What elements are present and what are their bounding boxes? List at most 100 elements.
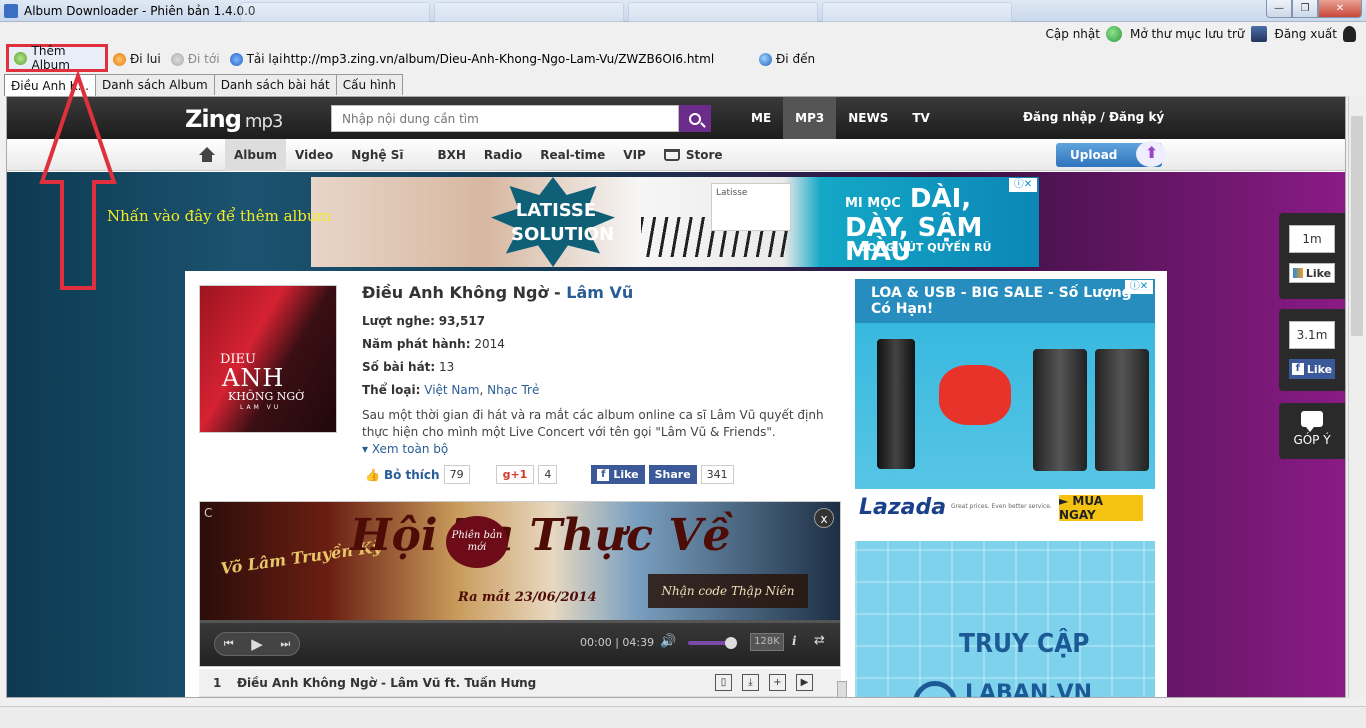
forward-button[interactable]: Đi tới (166, 48, 225, 70)
menu-vip[interactable]: VIP (614, 139, 655, 171)
feedback-widget[interactable]: GÓP Ý (1279, 403, 1345, 459)
phone-icon[interactable]: ▯ (715, 674, 732, 691)
game-cta[interactable]: Nhận code Thập Niên (648, 574, 808, 608)
menu-store[interactable]: Store (655, 139, 732, 171)
app-icon (4, 3, 18, 18)
upload-label: Upload (1070, 148, 1118, 162)
tracks-value: 13 (439, 360, 455, 374)
menu-radio[interactable]: Radio (475, 139, 531, 171)
maximize-button[interactable]: ❐ (1292, 0, 1318, 18)
progress-bar[interactable] (200, 620, 840, 623)
minimize-button[interactable]: — (1266, 0, 1292, 18)
nav-news[interactable]: NEWS (836, 97, 900, 139)
menu-home[interactable] (189, 139, 225, 171)
zing-search-input[interactable] (331, 105, 679, 132)
volume-knob[interactable] (725, 637, 737, 649)
lazada-ad[interactable]: LOA & USB - BIG SALE - Số Lượng Có Hạn! … (855, 279, 1155, 523)
menu-chart[interactable]: BXH (428, 139, 474, 171)
zing-like-widget-button[interactable]: Like (1289, 263, 1335, 283)
menu-video[interactable]: Video (286, 139, 342, 171)
previous-icon[interactable]: ⏮ (224, 637, 234, 651)
back-icon (113, 52, 126, 66)
album-description: Sau một thời gian đi hát và ra mắt các a… (362, 408, 824, 439)
menu-realtime[interactable]: Real-time (531, 139, 614, 171)
quality-button[interactable]: 128K (750, 633, 784, 651)
laban-ad[interactable]: TRUY CẬP LABAN.VN (855, 541, 1155, 697)
reload-label: Tải lại (246, 52, 283, 66)
upload-button[interactable]: Upload (1056, 141, 1166, 167)
genre-link-vietnam[interactable]: Việt Nam (424, 383, 479, 397)
menu-album[interactable]: Album (225, 139, 287, 171)
info-icon[interactable]: i (792, 634, 797, 648)
facebook-widget-icon: f (1291, 363, 1304, 375)
player-ad-art[interactable]: C Võ Lâm Truyền Kỳ Hội Tạ Thực Về Phiên … (200, 502, 840, 620)
window-title: Album Downloader - Phiên bản 1.4.0.0 (24, 3, 256, 18)
next-icon[interactable]: ⏭ (280, 637, 290, 651)
gplus-count: 4 (538, 465, 558, 484)
play-track-icon[interactable]: ▶ (796, 674, 813, 691)
facebook-share-button[interactable]: Share (648, 465, 697, 484)
top-menu: Cập nhật Mở thư mục lưu trữ Đăng xuất (1046, 22, 1356, 46)
facebook-widget-button[interactable]: f Like (1289, 359, 1335, 379)
year-value: 2014 (474, 337, 505, 351)
back-button[interactable]: Đi lui (108, 48, 166, 70)
nav-me[interactable]: ME (739, 97, 783, 139)
gplus-button[interactable]: g+1 (495, 465, 535, 484)
close-button[interactable]: ✕ (1318, 0, 1362, 18)
download-icon[interactable]: ⤓ (742, 674, 759, 691)
adchoices-icon[interactable]: ⓘ✕ (1009, 178, 1037, 192)
logout-button[interactable]: Đăng xuất (1275, 26, 1356, 42)
inner-scrollbar[interactable] (837, 681, 847, 697)
browser-scrollbar[interactable] (1348, 96, 1364, 698)
close-ad-button[interactable]: x (814, 508, 834, 528)
login-link[interactable]: Đăng nhập / Đăng ký (1023, 110, 1164, 124)
tab-song-list[interactable]: Danh sách bài hát (213, 74, 337, 95)
track-number: 1 (213, 675, 222, 690)
time-total: 04:39 (622, 636, 655, 649)
artist-link[interactable]: Lâm Vũ (566, 283, 633, 302)
logout-label: Đăng xuất (1274, 27, 1337, 41)
album-cover[interactable]: DIEU ANH KHÔNG NGỜ LAM VU (199, 285, 337, 433)
zing-search-button[interactable] (679, 105, 711, 132)
views-row: Lượt nghe: 93,517 (362, 314, 852, 328)
annotation-text: Nhấn vào đây để thêm album (107, 207, 331, 225)
top-banner-ad[interactable]: LATISSE SOLUTION Latisse MI MỌC DÀI, DÀY… (311, 177, 1039, 267)
laban-line1: TRUY CẬP (959, 629, 1090, 659)
address-input[interactable] (283, 50, 743, 68)
volume-icon[interactable]: 🔊 (660, 634, 676, 649)
add-to-playlist-icon[interactable]: + (769, 674, 786, 691)
zing-logo[interactable]: Zing mp3 (185, 105, 283, 133)
year-label: Năm phát hành: (362, 337, 471, 351)
album-title: Điều Anh Không Ngờ - Lâm Vũ (362, 283, 852, 302)
facebook-like-widget: 3.1m f Like (1279, 309, 1345, 391)
play-icon[interactable]: ▶ (251, 635, 263, 653)
nav-tv[interactable]: TV (900, 97, 941, 139)
adchoices-icon-2[interactable]: ⓘ✕ (1125, 280, 1153, 294)
nav-mp3[interactable]: MP3 (783, 97, 837, 139)
player-controls: ⏮ ▶ ⏭ 00:00 | 04:39 🔊 128K i ⇄ (200, 620, 840, 666)
scrollbar-thumb[interactable] (1351, 116, 1363, 336)
back-label: Đi lui (130, 52, 161, 66)
genre-link-nhactre[interactable]: Nhạc Trẻ (487, 383, 539, 397)
game-badge: Phiên bản mới (446, 516, 508, 568)
open-folder-button[interactable]: Mở thư mục lưu trữ (1130, 26, 1267, 42)
go-button[interactable]: Đi đến (754, 48, 820, 70)
time-readout: 00:00 | 04:39 (580, 636, 655, 649)
update-button[interactable]: Cập nhật (1046, 26, 1122, 42)
show-more-link[interactable]: ▾ Xem toàn bộ (362, 442, 852, 456)
search-icon (689, 112, 701, 125)
zing-menu: Album Video Nghệ Sĩ BXH Radio Real-time … (7, 139, 1345, 171)
menu-artist[interactable]: Nghệ Sĩ (342, 139, 412, 171)
caret-down-icon: ▾ (362, 442, 372, 456)
track-row[interactable]: 1 Điều Anh Không Ngờ - Lâm Vũ ft. Tuấn H… (199, 669, 841, 697)
genre-row: Thể loại: Việt Nam, Nhạc Trẻ (362, 383, 852, 397)
tab-settings[interactable]: Cấu hình (335, 74, 404, 95)
facebook-like-label: Like (613, 468, 639, 481)
zing-like-button[interactable]: 👍 Bỏ thích (365, 468, 440, 482)
facebook-count: 341 (700, 465, 734, 484)
repeat-icon[interactable]: ⇄ (814, 633, 825, 648)
reload-button[interactable]: Tải lại (225, 48, 288, 70)
buy-now-button[interactable]: ► MUA NGAY (1059, 494, 1143, 522)
game-title: Hội Tạ Thực Về (350, 510, 731, 561)
facebook-like-button[interactable]: f Like (591, 465, 645, 484)
